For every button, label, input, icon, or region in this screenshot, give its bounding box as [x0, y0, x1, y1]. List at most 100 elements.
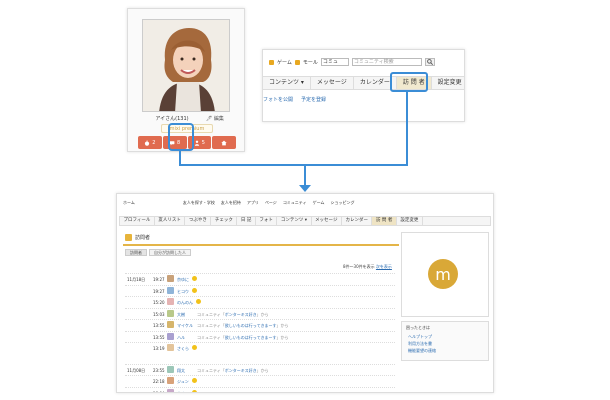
tab-messages[interactable]: メッセージ — [312, 217, 342, 225]
visit-source-prefix: コミュニティ「 — [197, 334, 225, 340]
visit-source: コミュニティ「ボンターキス好き」から — [197, 368, 269, 374]
smile-icon — [195, 299, 201, 304]
visitor-tab-highlight-box — [390, 72, 428, 92]
right-column: m 困ったときは ヘルプトップ 利用方法を書 機能要望の連絡 — [401, 232, 489, 392]
page-title: 訪問者 — [135, 235, 151, 241]
publish-photo-link[interactable]: フォトを公開 — [263, 96, 293, 103]
visit-time: 16:04 — [153, 390, 165, 393]
home-icon — [221, 140, 227, 145]
community-link[interactable]: 欲しいものは行ってきまーす — [225, 335, 277, 340]
result-range: 8件〜30件を表示 — [343, 264, 375, 269]
edit-profile-link[interactable]: 🖊 編集 — [206, 115, 224, 122]
tab-calendar[interactable]: カレンダー — [342, 217, 373, 225]
search-row: ゲーム モール コミュ コミュニティ検索 — [269, 57, 459, 67]
visitor-name-link[interactable]: サオリ — [177, 391, 189, 393]
nav-apps[interactable]: アプリ — [247, 200, 259, 206]
tab-voice[interactable]: つぶやき — [185, 217, 212, 225]
visit-time: 15:20 — [153, 300, 165, 305]
community-search-input[interactable]: コミュニティ検索 — [351, 58, 422, 66]
visitor-avatar[interactable] — [167, 365, 174, 373]
visitor-row: 11月18日 19:27 京ゆに — [125, 273, 395, 284]
tab-settings[interactable]: 設定変更 — [432, 77, 464, 89]
visit-time: 19:27 — [153, 288, 165, 294]
community-link[interactable]: ボンターキス好き — [225, 368, 257, 373]
search-button[interactable] — [424, 58, 435, 66]
logo-panel: m — [401, 232, 489, 317]
visitor-row: 11月08日 23:55 翔太 コミュニティ「ボンターキス好き」から — [125, 363, 395, 375]
quick-actions: フォトを公開 予定を登録 — [263, 96, 326, 103]
subtab-visited[interactable]: 自分が訪問した人 — [149, 249, 191, 256]
tab-check[interactable]: チェック — [211, 217, 238, 225]
visitor-name-link[interactable]: さくら — [177, 346, 189, 352]
subtab-visitors[interactable]: 訪問者 — [125, 249, 147, 256]
nav-pages[interactable]: ページ — [265, 200, 277, 206]
visitor-avatar[interactable] — [167, 344, 174, 351]
visit-time: 23:55 — [153, 367, 165, 373]
search-scope-select[interactable]: コミュ — [320, 58, 349, 66]
game-link[interactable]: ゲーム — [277, 59, 292, 66]
help-link-top[interactable]: ヘルプトップ — [408, 334, 432, 340]
result-count: 8件〜30件を表示 次を表示 — [343, 264, 392, 270]
visitor-name-link[interactable]: 京ゆに — [177, 277, 189, 283]
visitor-name-link[interactable]: 翔太 — [177, 368, 185, 374]
nav-find-friends[interactable]: 友人を探す・学校 — [183, 200, 215, 206]
mall-link[interactable]: モール — [303, 59, 318, 66]
visitor-avatar[interactable] — [167, 321, 174, 328]
visitor-avatar[interactable] — [167, 275, 174, 282]
nav-community[interactable]: コミュニティ — [283, 200, 307, 206]
profile-name: アイさん(131) — [155, 116, 189, 122]
add-schedule-link[interactable]: 予定を登録 — [301, 96, 326, 103]
visitor-icon — [194, 140, 199, 146]
visitor-row: 16:04 サオリ — [125, 386, 395, 393]
home-button[interactable] — [212, 136, 236, 149]
visitor-name-link[interactable]: 大樹 — [177, 312, 185, 318]
nav-games[interactable]: ゲーム — [313, 200, 325, 206]
help-link-usage[interactable]: 利用方法を書 — [408, 341, 432, 347]
visit-source-suffix: 」から — [256, 311, 269, 317]
sub-tabs: 訪問者 自分が訪問した人 — [125, 249, 191, 256]
help-link-request[interactable]: 機能要望の連絡 — [408, 348, 436, 354]
tab-settings[interactable]: 設定変更 — [397, 217, 423, 225]
apple-counter-button[interactable]: 2 — [138, 136, 162, 149]
nav-invite[interactable]: 友人を招待 — [221, 200, 241, 206]
nav-home[interactable]: ホーム — [123, 200, 135, 206]
visit-source-suffix: 」から — [276, 334, 289, 340]
next-page-link[interactable]: 次を表示 — [376, 264, 392, 269]
smile-icon — [191, 276, 197, 281]
visitor-name-link[interactable]: マイケル — [177, 323, 193, 329]
tab-contents[interactable]: コンテンツ ▾ — [277, 217, 312, 225]
visitor-name-link[interactable]: ジュン — [177, 379, 189, 385]
visit-source: コミュニティ「ボンターキス好き」から — [197, 312, 269, 318]
visitor-name-link[interactable]: ハル — [177, 335, 185, 341]
tab-messages[interactable]: メッセージ — [311, 77, 354, 89]
visitor-name-link[interactable]: ヒコウ — [177, 289, 189, 295]
help-box: 困ったときは ヘルプトップ 利用方法を書 機能要望の連絡 — [401, 321, 489, 361]
tab-friends[interactable]: 友人リスト — [155, 217, 186, 225]
tab-photo[interactable]: フォト — [256, 217, 278, 225]
visitor-name-link[interactable]: のんのん — [177, 300, 193, 306]
visitor-highlight-box — [168, 123, 194, 151]
community-link[interactable]: ボンターキス好き — [225, 312, 257, 317]
visitor-row: 15:03 大樹 コミュニティ「ボンターキス好き」から — [125, 307, 395, 319]
profile-photo[interactable] — [142, 19, 230, 112]
nav-shopping[interactable]: ショッピング — [330, 200, 354, 206]
apple-count: 2 — [152, 139, 156, 146]
visit-time: 15:03 — [153, 311, 165, 317]
visitor-avatar[interactable] — [167, 309, 174, 317]
tab-visitors[interactable]: 訪 問 者 — [372, 217, 397, 225]
tab-profile[interactable]: プロフィール — [120, 217, 155, 225]
visit-time: 13:55 — [153, 323, 165, 328]
tab-diary[interactable]: 日 記 — [237, 217, 256, 225]
visit-time: 13:19 — [153, 346, 165, 351]
visit-source-prefix: コミュニティ「 — [197, 311, 225, 317]
visitor-count: 5 — [201, 139, 205, 146]
visitor-avatar[interactable] — [167, 286, 174, 294]
visitor-avatar[interactable] — [167, 298, 174, 305]
visitor-avatar[interactable] — [167, 377, 174, 384]
visitor-avatar[interactable] — [167, 332, 174, 340]
community-link[interactable]: 欲しいものは行ってきまーす — [225, 323, 277, 328]
visit-source: コミュニティ「欲しいものは行ってきまーす」から — [197, 335, 288, 341]
visitor-avatar[interactable] — [167, 388, 174, 392]
visit-source-suffix: 」から — [256, 367, 269, 373]
tab-contents[interactable]: コンテンツ ▾ — [263, 77, 311, 89]
